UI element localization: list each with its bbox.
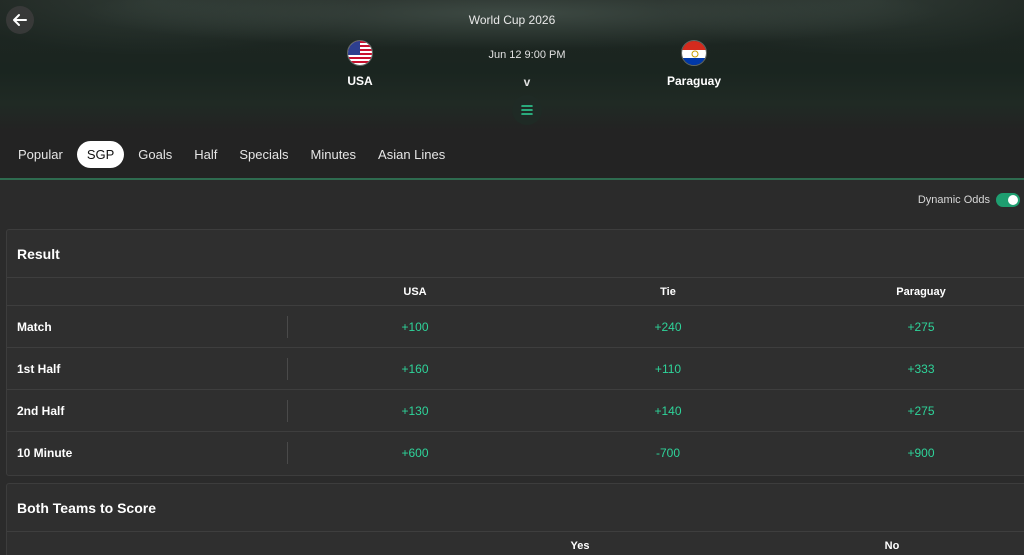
column-header-tie: Tie (660, 286, 676, 298)
tab-goals[interactable]: Goals (130, 141, 180, 168)
tab-sgp[interactable]: SGP (76, 140, 125, 168)
away-team[interactable]: Paraguay (654, 40, 734, 88)
market-row-match: Match +100 +240 +275 (7, 306, 1024, 348)
market-row-2nd-half: 2nd Half +130 +140 +275 (7, 390, 1024, 432)
match-header: World Cup 2026 USA Jun 12 9:00 PM v Para… (0, 0, 1024, 130)
column-headers: USA Tie Paraguay (7, 278, 1024, 306)
menu-button[interactable] (512, 95, 542, 125)
odds-button[interactable]: -700 (656, 446, 680, 460)
market-title[interactable]: Both Teams to Score (7, 484, 1024, 532)
column-header-yes: Yes (570, 540, 590, 552)
divider (287, 442, 288, 464)
market-title[interactable]: Result (7, 230, 1024, 278)
odds-button[interactable]: +100 (401, 320, 428, 334)
versus-label: v (523, 75, 531, 89)
odds-button[interactable]: +275 (907, 404, 934, 418)
dynamic-odds-label: Dynamic Odds (917, 194, 990, 206)
market-row-1st-half: 1st Half +160 +110 +333 (7, 348, 1024, 390)
row-label: 10 Minute (17, 446, 73, 460)
market-row-10-minute: 10 Minute +600 -700 +900 (7, 432, 1024, 474)
match-time: Jun 12 9:00 PM (488, 49, 566, 61)
divider (287, 400, 288, 422)
row-label: Match (17, 320, 52, 334)
odds-button[interactable]: +110 (655, 362, 681, 376)
odds-button[interactable]: +275 (907, 320, 934, 334)
column-header-no: No (884, 540, 900, 552)
both-teams-to-score-market: Both Teams to Score Yes No (6, 483, 1024, 555)
result-market: Result USA Tie Paraguay Match +100 +240 … (6, 229, 1024, 476)
dynamic-odds-toggle[interactable] (996, 193, 1020, 207)
divider (287, 358, 288, 380)
tab-specials[interactable]: Specials (231, 141, 296, 168)
odds-button[interactable]: +900 (907, 446, 934, 460)
divider (287, 316, 288, 338)
tab-popular[interactable]: Popular (10, 141, 71, 168)
tab-minutes[interactable]: Minutes (303, 141, 365, 168)
column-header-paraguay: Paraguay (896, 286, 946, 298)
odds-button[interactable]: +600 (401, 446, 428, 460)
row-label: 1st Half (17, 362, 61, 376)
menu-icon (521, 105, 533, 115)
odds-button[interactable]: +160 (401, 362, 428, 376)
tab-half[interactable]: Half (186, 141, 225, 168)
row-label: 2nd Half (17, 404, 65, 418)
odds-button[interactable]: +240 (654, 320, 681, 334)
column-header-usa: USA (403, 286, 427, 298)
tab-asian-lines[interactable]: Asian Lines (370, 141, 453, 168)
odds-button[interactable]: +333 (907, 362, 934, 376)
paraguay-flag-icon (681, 40, 707, 66)
dynamic-odds: Dynamic Odds (918, 193, 1020, 207)
match-page: World Cup 2026 USA Jun 12 9:00 PM v Para… (0, 0, 1024, 555)
away-team-name: Paraguay (666, 74, 722, 88)
odds-button[interactable]: +130 (401, 404, 428, 418)
event-title: World Cup 2026 (468, 13, 556, 27)
market-tabs: Popular SGP Goals Half Specials Minutes … (0, 130, 1024, 180)
odds-button[interactable]: +140 (654, 404, 681, 418)
